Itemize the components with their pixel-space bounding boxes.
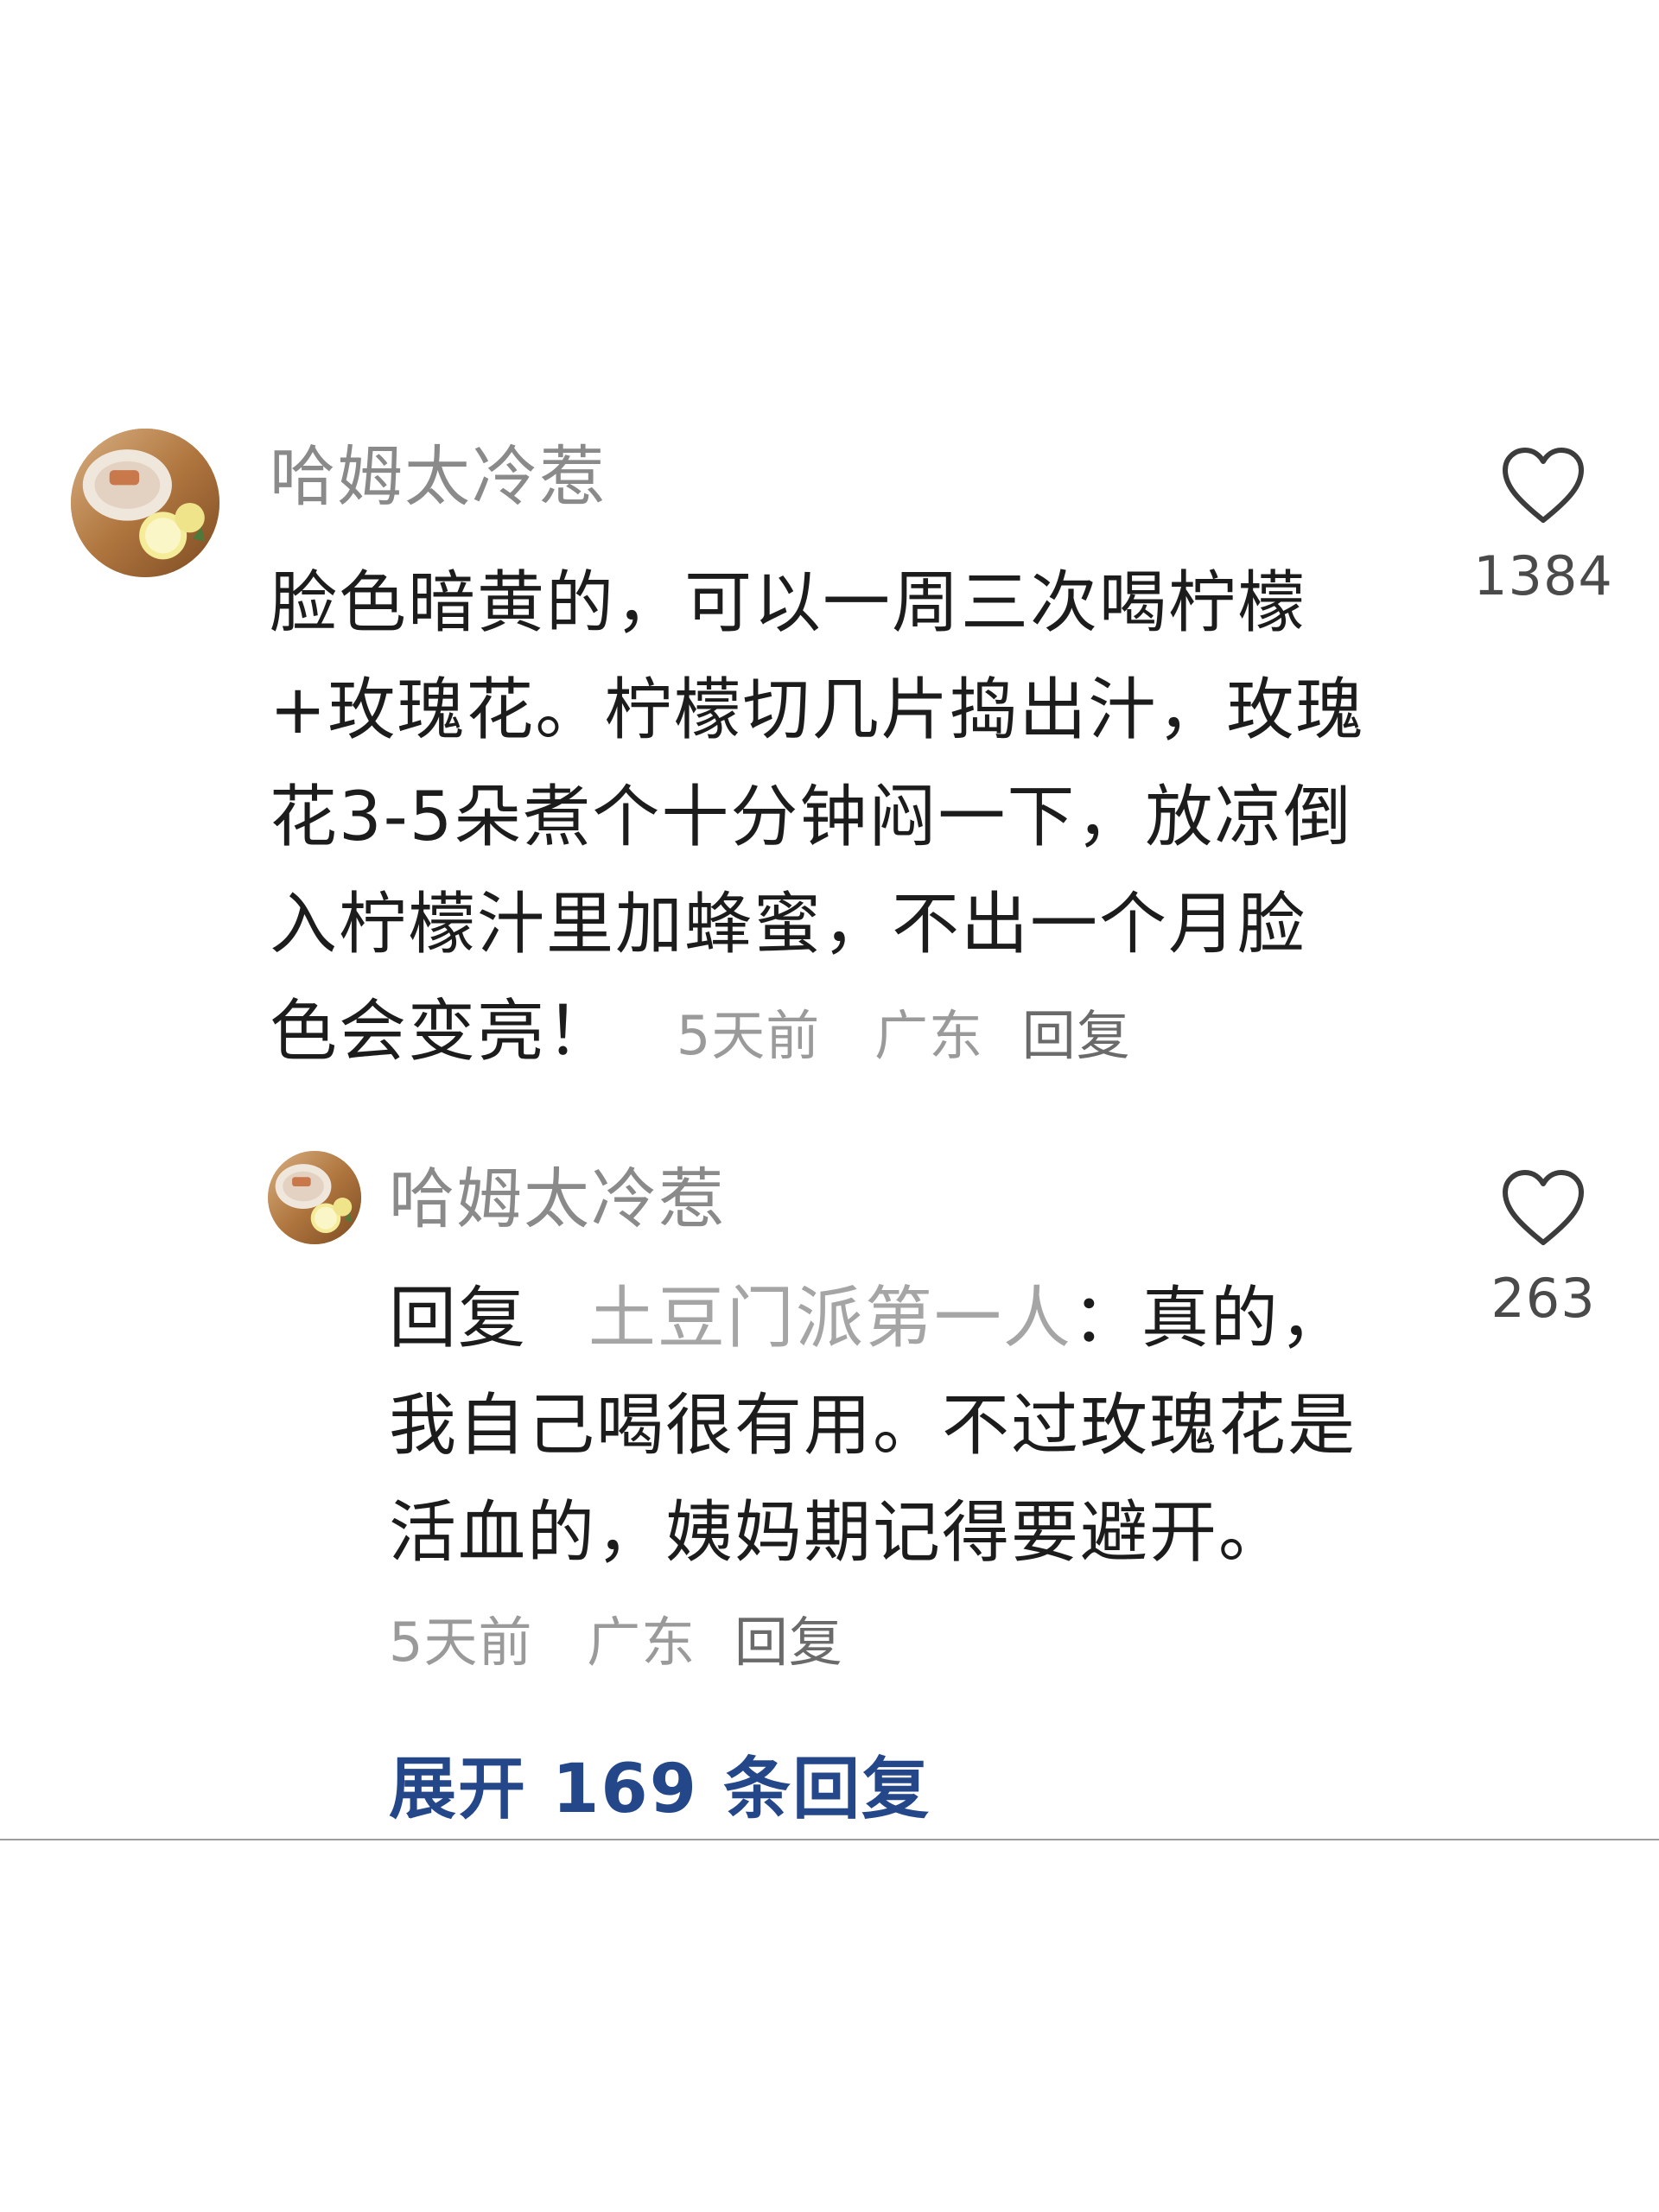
reply-text-line-first: 回复 土豆门派第一人：真的，: [389, 1265, 1408, 1372]
heart-outline-icon: [1503, 1170, 1584, 1245]
comment-text-line: +玫瑰花。柠檬切几片捣出汁，玫瑰: [270, 671, 1365, 749]
reply-target-username[interactable]: 土豆门派第一人: [588, 1280, 1072, 1357]
like-count: 1384: [1473, 544, 1613, 607]
reply-meta: 5天前 广东 回复: [389, 1616, 843, 1669]
comment-time: 5天前: [676, 1004, 821, 1067]
expand-replies-button[interactable]: 展开 169 条回复: [389, 1756, 931, 1823]
reply-text-segment: ：真的，: [1071, 1280, 1349, 1357]
reply-text: 回复 土豆门派第一人：真的， 我自己喝很有用。不过玫瑰花是 活血的，姨妈期记得要…: [389, 1265, 1408, 1586]
like-count: 263: [1491, 1267, 1596, 1330]
divider: [0, 1839, 1659, 1840]
avatar[interactable]: [71, 429, 219, 577]
comment-username[interactable]: 哈姆太冷惹: [270, 444, 607, 510]
reply-button[interactable]: 回复: [734, 1611, 843, 1674]
avatar[interactable]: [268, 1151, 361, 1244]
like-button[interactable]: 263: [1457, 1168, 1630, 1330]
comment-text-tail: 色会变亮！: [270, 993, 616, 1071]
avatar-image: [268, 1151, 361, 1244]
comment-meta: 5天前 广东 回复: [677, 1004, 1131, 1067]
comment-text: 脸色暗黄的，可以一周三次喝柠檬 +玫瑰花。柠檬切几片捣出汁，玫瑰 花3-5朵煮个…: [270, 550, 1410, 1090]
reply-time: 5天前: [389, 1611, 533, 1674]
comment-text-line: 脸色暗黄的，可以一周三次喝柠檬: [270, 564, 1307, 642]
reply-button[interactable]: 回复: [1022, 1004, 1131, 1067]
reply-prefix: 回复: [389, 1280, 528, 1357]
like-button[interactable]: 1384: [1457, 446, 1630, 607]
heart-outline-icon: [1503, 448, 1584, 523]
avatar-image: [71, 429, 219, 577]
reply-location: 广东: [587, 1611, 696, 1674]
comment-text-line: 入柠檬汁里加蜂蜜，不出一个月脸: [270, 886, 1307, 963]
reply-username[interactable]: 哈姆太冷惹: [389, 1166, 726, 1232]
reply-text-line: 我自己喝很有用。不过玫瑰花是: [389, 1387, 1357, 1465]
comment-text-line-last: 色会变亮！ 5天前 广东 回复: [270, 978, 1410, 1090]
comment-text-line: 花3-5朵煮个十分钟闷一下，放凉倒: [270, 779, 1353, 856]
comment-location: 广东: [874, 1004, 983, 1067]
reply-text-line: 活血的，姨妈期记得要避开。: [389, 1494, 1288, 1572]
